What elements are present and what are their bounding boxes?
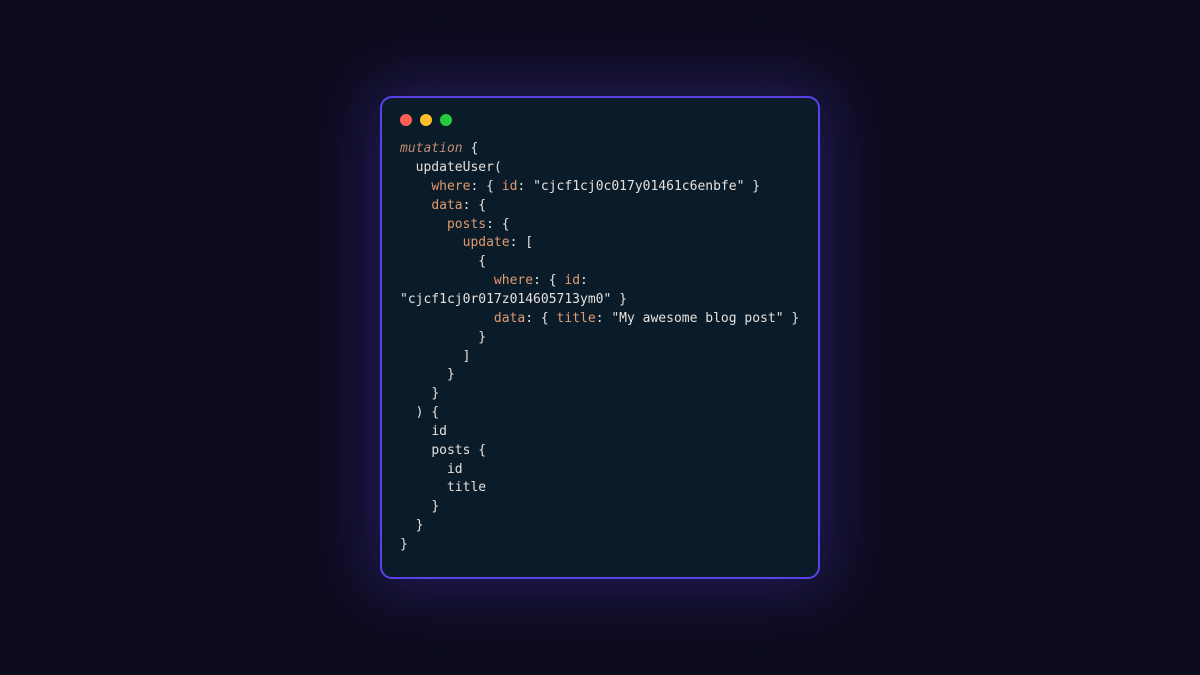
code-window: mutation { updateUser( where: { id: "cjc… <box>380 96 820 579</box>
sel-id: id <box>431 424 447 439</box>
val-post-id: "cjcf1cj0r017z014605713ym0" <box>400 292 611 307</box>
val-user-id: "cjcf1cj0c017y01461c6enbfe" <box>533 179 744 194</box>
key-data: data <box>431 198 462 213</box>
key-posts: posts <box>447 217 486 232</box>
key-where-2: where <box>494 273 533 288</box>
close-icon[interactable] <box>400 114 412 126</box>
keyword-mutation: mutation <box>400 141 463 156</box>
key-id-2: id <box>564 273 580 288</box>
key-title: title <box>557 311 596 326</box>
sel-posts-id: id <box>447 462 463 477</box>
key-data-2: data <box>494 311 525 326</box>
maximize-icon[interactable] <box>440 114 452 126</box>
code-block: mutation { updateUser( where: { id: "cjc… <box>400 140 800 555</box>
fn-updateUser: updateUser <box>416 160 494 175</box>
key-id: id <box>502 179 518 194</box>
key-where: where <box>431 179 470 194</box>
sel-posts: posts <box>431 443 470 458</box>
val-title: "My awesome blog post" <box>611 311 783 326</box>
minimize-icon[interactable] <box>420 114 432 126</box>
sel-posts-title: title <box>447 480 486 495</box>
key-update: update <box>463 235 510 250</box>
window-controls <box>400 114 800 126</box>
